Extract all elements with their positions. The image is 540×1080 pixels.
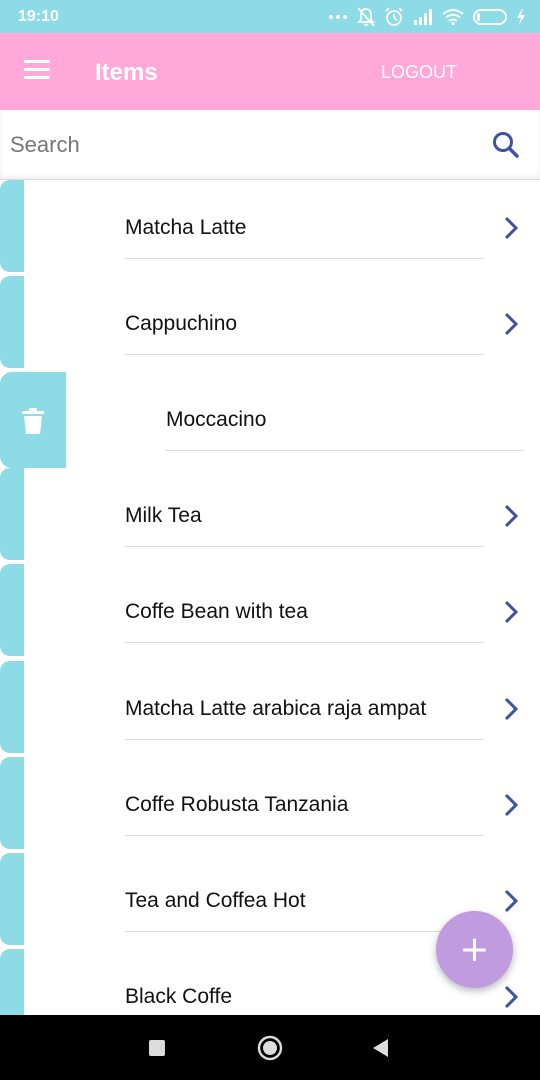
item-label: Tea and Coffea Hot <box>125 889 306 912</box>
chevron-right-icon[interactable] <box>500 792 522 818</box>
divider <box>125 835 484 836</box>
divider <box>166 450 524 451</box>
item-label: Matcha Latte <box>125 216 247 239</box>
dots-icon <box>329 15 347 19</box>
list-item[interactable]: Cappuchino <box>0 276 540 372</box>
item-label: Milk Tea <box>125 504 202 527</box>
list-item-swiped[interactable]: Moccacino <box>0 372 540 468</box>
alarm-icon <box>385 7 403 26</box>
status-icons: 9 <box>328 6 526 28</box>
item-label: Matcha Latte arabica raja ampat <box>125 697 427 720</box>
signal-icon <box>414 9 432 25</box>
list-item[interactable]: Coffe Bean with tea <box>0 564 540 660</box>
bell-off-icon <box>357 7 375 27</box>
list-item[interactable]: Matcha Latte <box>0 180 540 276</box>
swipe-handle[interactable] <box>0 468 24 560</box>
add-item-button[interactable]: + <box>436 911 513 988</box>
item-label: Cappuchino <box>125 312 238 335</box>
item-list: Matcha Latte Cappuchino Moccacino Milk T… <box>0 180 540 1015</box>
chevron-right-icon[interactable] <box>500 215 522 241</box>
logout-button[interactable]: LOGOUT <box>374 60 464 84</box>
chevron-right-icon[interactable] <box>500 503 522 529</box>
page-title: Items <box>95 59 158 86</box>
swipe-handle[interactable] <box>0 949 24 1015</box>
status-time: 19:10 <box>18 8 59 25</box>
system-nav-bar <box>0 1015 540 1080</box>
list-item[interactable]: Matcha Latte arabica raja ampat <box>0 661 540 757</box>
divider <box>125 642 484 643</box>
swipe-handle[interactable] <box>0 180 24 272</box>
chevron-right-icon[interactable] <box>500 599 522 625</box>
menu-icon[interactable] <box>24 60 52 82</box>
app-bar: Items LOGOUT <box>0 33 540 110</box>
item-label: Coffe Bean with tea <box>125 600 308 623</box>
battery-level: 9 <box>486 10 494 22</box>
search-icon[interactable] <box>490 129 522 161</box>
battery-icon: 9 <box>473 9 507 25</box>
divider <box>125 258 484 259</box>
chevron-right-icon[interactable] <box>500 311 522 337</box>
swipe-handle[interactable] <box>0 853 24 945</box>
search-bar <box>0 110 540 180</box>
wifi-icon <box>442 9 464 25</box>
item-label: Black Coffe <box>125 985 232 1008</box>
recents-button[interactable] <box>148 1039 166 1057</box>
list-item[interactable]: Milk Tea <box>0 468 540 564</box>
back-button[interactable] <box>371 1038 389 1058</box>
item-label: Moccacino <box>166 408 267 431</box>
swipe-handle[interactable] <box>0 757 24 849</box>
swipe-handle[interactable] <box>0 276 24 368</box>
divider <box>125 931 484 932</box>
divider <box>125 354 484 355</box>
plus-icon: + <box>459 929 490 970</box>
chevron-right-icon[interactable] <box>500 696 522 722</box>
swipe-handle[interactable] <box>0 661 24 753</box>
item-label: Coffe Robusta Tanzania <box>125 793 349 816</box>
trash-icon <box>22 408 44 434</box>
charging-icon <box>517 9 525 25</box>
status-bar: 19:10 9 <box>0 0 540 33</box>
app-screen: 19:10 9 Items LOGOUT Matcha Latte <box>0 0 540 1080</box>
list-item[interactable]: Coffe Robusta Tanzania <box>0 757 540 853</box>
home-button[interactable] <box>257 1035 283 1061</box>
delete-button[interactable] <box>0 372 66 468</box>
divider <box>125 546 484 547</box>
search-input[interactable] <box>10 128 470 162</box>
swipe-handle[interactable] <box>0 564 24 656</box>
divider <box>125 739 484 740</box>
